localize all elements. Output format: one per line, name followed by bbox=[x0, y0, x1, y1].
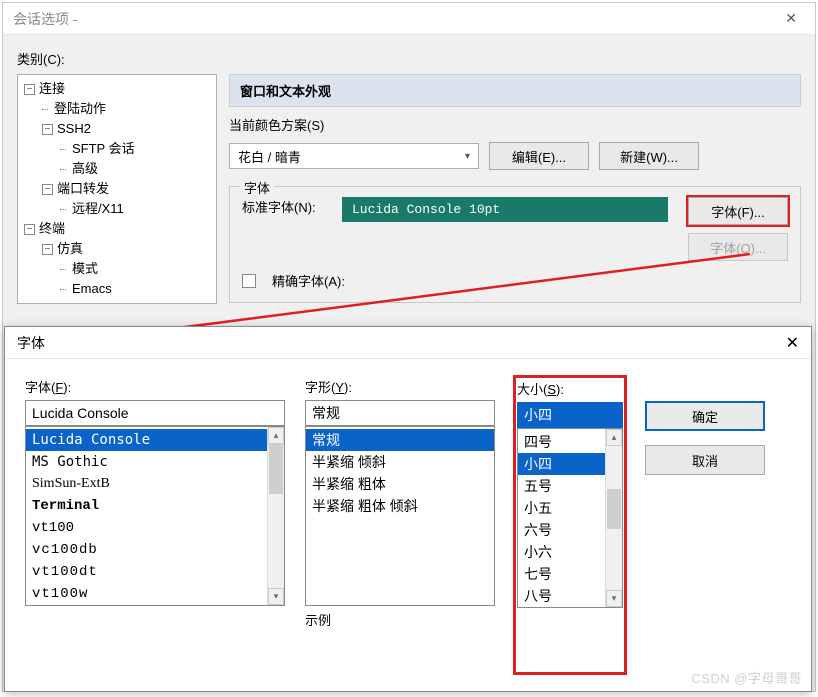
list-item[interactable]: vt100w bbox=[26, 583, 267, 605]
tree-advanced[interactable]: 高级 bbox=[60, 159, 214, 179]
collapse-icon[interactable]: − bbox=[42, 244, 53, 255]
list-item[interactable]: 八号 bbox=[518, 585, 605, 607]
scrollbar[interactable]: ▴ ▾ bbox=[605, 429, 622, 607]
sample-label: 示例 bbox=[305, 610, 495, 629]
dialog-buttons: 确定 取消 bbox=[645, 377, 791, 673]
style-column: 字形(Y): 常规 常规 半紧缩 倾斜 半紧缩 粗体 半紧缩 粗体 倾斜 示例 bbox=[305, 377, 495, 673]
list-item[interactable]: vc100db bbox=[26, 539, 267, 561]
close-icon[interactable]: ✕ bbox=[777, 6, 805, 31]
appearance-header: 窗口和文本外观 bbox=[229, 74, 801, 107]
tree-login[interactable]: 登陆动作 bbox=[42, 99, 214, 119]
list-item[interactable]: 半紧缩 粗体 倾斜 bbox=[306, 495, 494, 517]
size-input[interactable]: 小四 bbox=[517, 402, 623, 428]
font-field-label: 字体(F): bbox=[25, 377, 285, 396]
precise-font-label: 精确字体(A): bbox=[272, 271, 345, 290]
font-listbox[interactable]: Lucida Console MS Gothic SimSun-ExtB Ter… bbox=[25, 426, 285, 606]
tree-connection[interactable]: −连接 登陆动作 −SSH2 SFTP 会话 高级 −端口转发 bbox=[24, 79, 214, 219]
collapse-icon[interactable]: − bbox=[24, 224, 35, 235]
list-item[interactable]: SimSun-ExtB bbox=[26, 473, 267, 495]
close-icon[interactable]: ✕ bbox=[786, 333, 799, 353]
tree-remote-x11[interactable]: 远程/X11 bbox=[60, 199, 214, 219]
font-column: 字体(F): Lucida Console Lucida Console MS … bbox=[25, 377, 285, 673]
new-scheme-button[interactable]: 新建(W)... bbox=[599, 142, 699, 170]
list-item[interactable]: 四号 bbox=[518, 431, 605, 453]
tree-ssh2[interactable]: −SSH2 SFTP 会话 高级 bbox=[42, 119, 214, 179]
ok-button[interactable]: 确定 bbox=[645, 401, 765, 431]
tree-sftp[interactable]: SFTP 会话 bbox=[60, 139, 214, 159]
list-item[interactable]: MS Gothic bbox=[26, 451, 267, 473]
font-input[interactable]: Lucida Console bbox=[25, 400, 285, 426]
collapse-icon[interactable]: − bbox=[24, 84, 35, 95]
list-item[interactable]: 半紧缩 粗体 bbox=[306, 473, 494, 495]
list-item[interactable]: 半紧缩 倾斜 bbox=[306, 451, 494, 473]
style-listbox[interactable]: 常规 半紧缩 倾斜 半紧缩 粗体 半紧缩 粗体 倾斜 bbox=[305, 426, 495, 606]
list-item[interactable]: 五号 bbox=[518, 475, 605, 497]
list-item[interactable]: vt100dt bbox=[26, 561, 267, 583]
size-column: 大小(S): 小四 四号 小四 五号 小五 六号 小六 七号 八号 ▴ ▾ bbox=[515, 377, 625, 673]
scroll-down-icon[interactable]: ▾ bbox=[606, 590, 622, 607]
tree-terminal[interactable]: −终端 −仿真 模式 Emacs bbox=[24, 219, 214, 299]
scrollbar[interactable]: ▴ ▾ bbox=[267, 427, 284, 605]
font-dialog-title: 字体 bbox=[17, 333, 45, 353]
category-label: 类别(C): bbox=[17, 49, 801, 68]
font-o-button: 字体(O)... bbox=[688, 233, 788, 261]
style-field-label: 字形(Y): bbox=[305, 377, 495, 396]
font-group-label: 字体 bbox=[240, 178, 274, 197]
list-item[interactable]: 七号 bbox=[518, 563, 605, 585]
scroll-up-icon[interactable]: ▴ bbox=[606, 429, 622, 446]
color-scheme-label: 当前颜色方案(S) bbox=[229, 115, 801, 134]
scroll-thumb[interactable] bbox=[269, 444, 283, 494]
tree-port-fwd[interactable]: −端口转发 远程/X11 bbox=[42, 179, 214, 219]
list-item[interactable]: 小五 bbox=[518, 497, 605, 519]
font-f-button[interactable]: 字体(F)... bbox=[688, 197, 788, 225]
style-input[interactable]: 常规 bbox=[305, 400, 495, 426]
scroll-up-icon[interactable]: ▴ bbox=[268, 427, 284, 444]
cancel-button[interactable]: 取消 bbox=[645, 445, 765, 475]
font-group: 字体 标准字体(N): Lucida Console 10pt 字体(F)...… bbox=[229, 186, 801, 303]
font-dialog-titlebar: 字体 ✕ bbox=[5, 327, 811, 359]
list-item[interactable]: 常规 bbox=[306, 429, 494, 451]
collapse-icon[interactable]: − bbox=[42, 124, 53, 135]
list-item[interactable]: Terminal bbox=[26, 495, 267, 517]
tree-modes[interactable]: 模式 bbox=[60, 259, 214, 279]
list-item[interactable]: Lucida Console bbox=[26, 429, 267, 451]
tree-emacs[interactable]: Emacs bbox=[60, 279, 214, 299]
precise-font-checkbox[interactable] bbox=[242, 274, 256, 288]
normal-font-label: 标准字体(N): bbox=[242, 197, 332, 216]
window-title: 会话选项 - bbox=[13, 9, 78, 29]
color-scheme-select[interactable]: 花白 / 暗青 ▾ bbox=[229, 143, 479, 169]
font-dialog: 字体 ✕ 字体(F): Lucida Console Lucida Consol… bbox=[4, 326, 812, 692]
font-preview: Lucida Console 10pt bbox=[342, 197, 668, 222]
scroll-down-icon[interactable]: ▾ bbox=[268, 588, 284, 605]
collapse-icon[interactable]: − bbox=[42, 184, 53, 195]
size-field-label: 大小(S): bbox=[517, 379, 623, 398]
category-tree[interactable]: −连接 登陆动作 −SSH2 SFTP 会话 高级 −端口转发 bbox=[17, 74, 217, 304]
titlebar: 会话选项 - ✕ bbox=[3, 3, 815, 35]
watermark-text: CSDN @字母哥哥 bbox=[691, 668, 802, 687]
tree-emulation[interactable]: −仿真 模式 Emacs bbox=[42, 239, 214, 299]
list-item[interactable]: vt100 bbox=[26, 517, 267, 539]
edit-scheme-button[interactable]: 编辑(E)... bbox=[489, 142, 589, 170]
size-listbox[interactable]: 四号 小四 五号 小五 六号 小六 七号 八号 ▴ ▾ bbox=[517, 428, 623, 608]
list-item[interactable]: 小六 bbox=[518, 541, 605, 563]
list-item[interactable]: 小四 bbox=[518, 453, 605, 475]
list-item[interactable]: 六号 bbox=[518, 519, 605, 541]
color-scheme-value: 花白 / 暗青 bbox=[238, 147, 301, 166]
scroll-thumb[interactable] bbox=[607, 489, 621, 529]
chevron-down-icon: ▾ bbox=[465, 151, 470, 162]
